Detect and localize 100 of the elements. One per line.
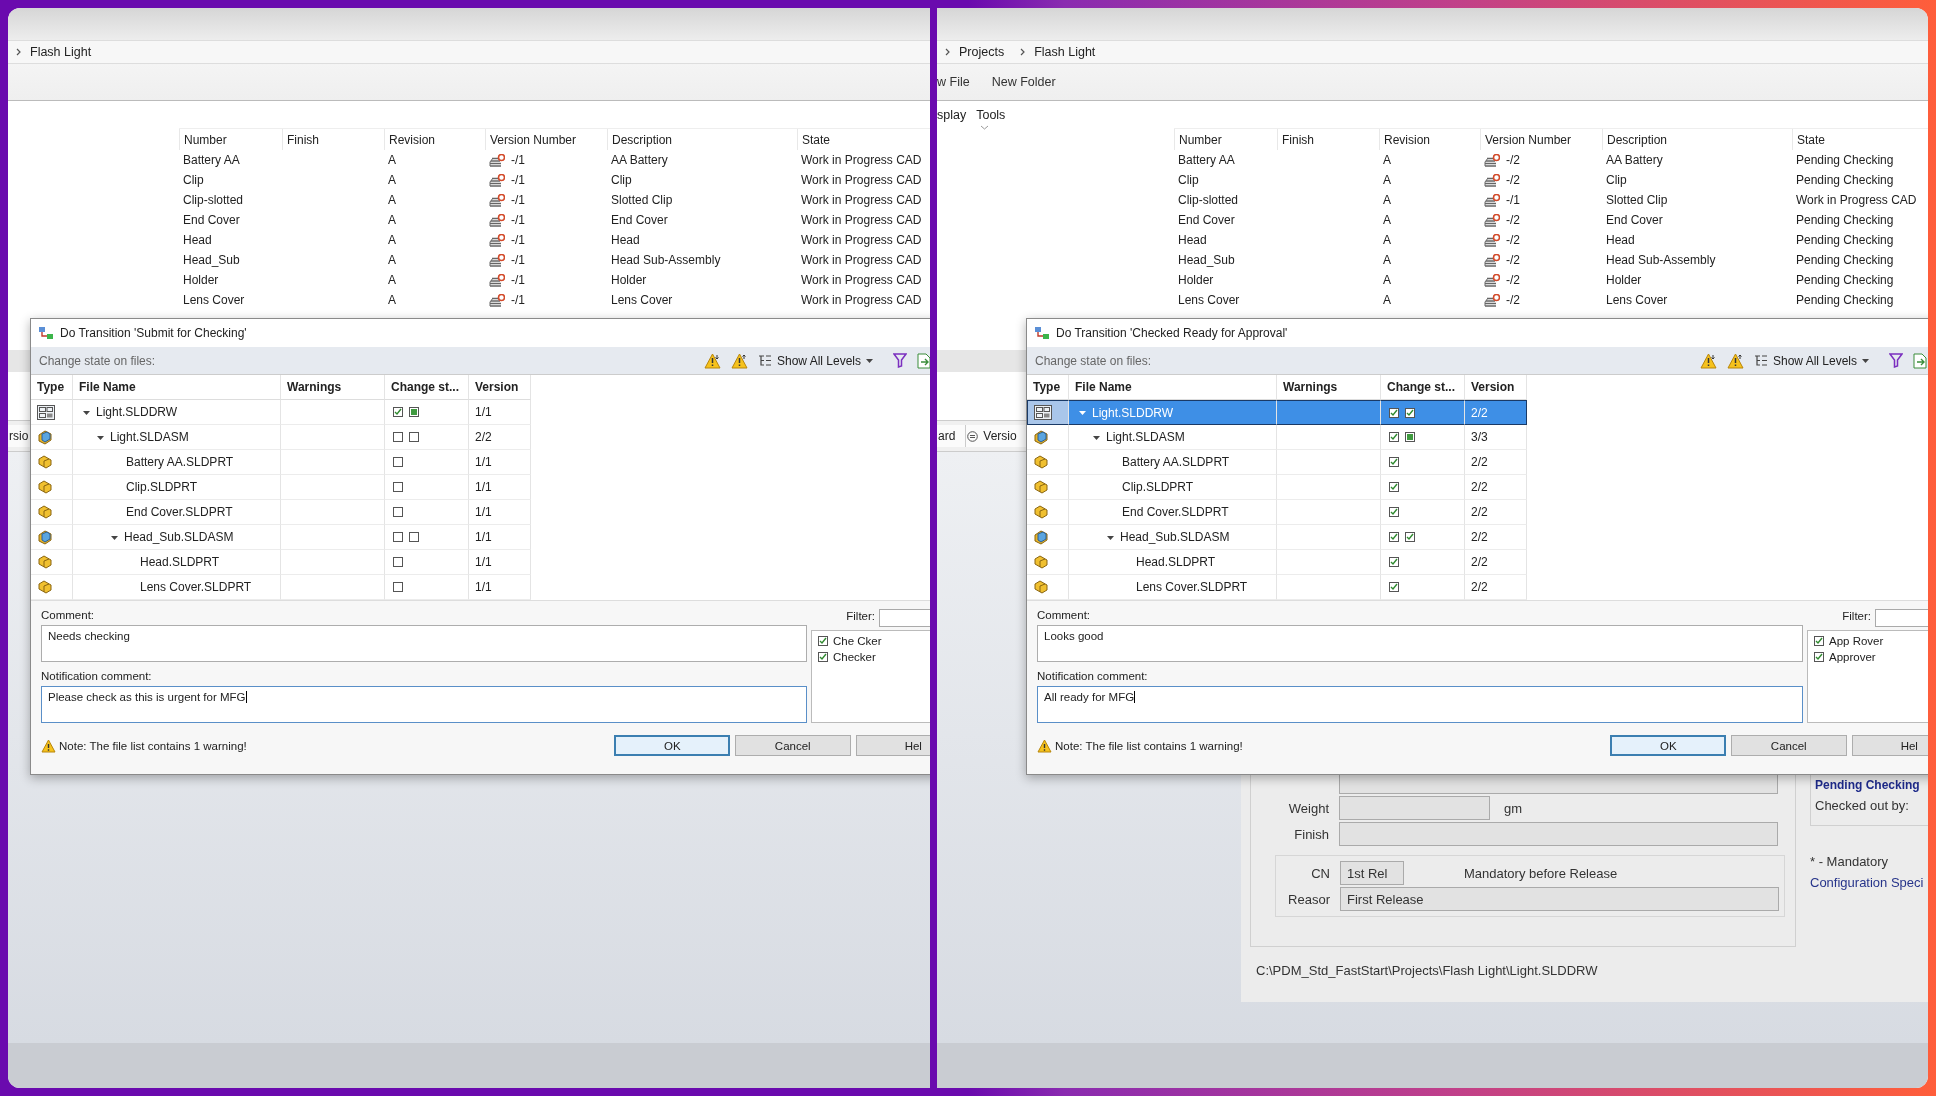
tab[interactable]: Versio: [966, 425, 1028, 447]
table-cell: Clip: [1606, 173, 1627, 187]
file-row[interactable]: Battery AA.SLDPRT 2/2: [1027, 450, 1928, 475]
version-text: 2/2: [1471, 505, 1488, 519]
column-header[interactable]: Version Number: [1480, 129, 1602, 150]
version-text: 2/2: [1471, 555, 1488, 569]
menu-item[interactable]: splay: [937, 107, 967, 122]
column-header[interactable]: State: [1792, 129, 1826, 150]
input-field[interactable]: 1st Rel: [1340, 861, 1404, 885]
version-text: 2/2: [475, 430, 492, 444]
column-header[interactable]: State: [797, 129, 831, 150]
column-header[interactable]: Version: [469, 375, 531, 400]
help-button[interactable]: Hel: [1851, 735, 1928, 756]
table-cell: Work in Progress CAD: [801, 253, 922, 267]
column-header[interactable]: Change st...: [385, 375, 469, 400]
column-header[interactable]: Description: [1602, 129, 1792, 150]
table-cell: -/2: [1506, 233, 1520, 247]
table-cell: Pending Checking: [1796, 173, 1894, 187]
table-cell: A: [1383, 193, 1391, 207]
column-header[interactable]: Finish: [1277, 129, 1379, 150]
column-header[interactable]: Number: [1174, 129, 1277, 150]
column-header[interactable]: File Name: [73, 375, 281, 400]
table-cell: Work in Progress CAD: [801, 193, 922, 207]
file-row[interactable]: Light.SLDASM 3/3: [1027, 425, 1928, 450]
cancel-button[interactable]: Cancel: [735, 735, 851, 756]
column-header[interactable]: Description: [607, 129, 797, 150]
file-name: End Cover.SLDPRT: [1122, 505, 1229, 519]
toolbar-button[interactable]: w File: [937, 75, 970, 89]
file-row[interactable]: Lens Cover.SLDPRT 1/1: [31, 575, 930, 600]
column-header[interactable]: Version Number: [485, 129, 607, 150]
field-label: Checked out by:: [1815, 798, 1910, 813]
table-cell: -/2: [1506, 253, 1520, 267]
file-row[interactable]: Head.SLDPRT 2/2: [1027, 550, 1928, 575]
table-cell: -/1: [511, 173, 525, 187]
breadcrumb-item[interactable]: Flash Light: [30, 45, 92, 59]
table-cell: Head_Sub: [183, 253, 240, 267]
file-row[interactable]: Lens Cover.SLDPRT 2/2: [1027, 575, 1928, 600]
file-row[interactable]: Head_Sub.SLDASM 1/1: [31, 525, 930, 550]
file-row[interactable]: End Cover.SLDPRT 2/2: [1027, 500, 1928, 525]
table-cell: Clip-slotted: [183, 193, 244, 207]
column-header[interactable]: Type: [31, 375, 73, 400]
table-cell: Holder: [611, 273, 647, 287]
breadcrumb-item[interactable]: Projects: [959, 45, 1005, 59]
ok-button[interactable]: OK: [614, 735, 730, 756]
version-text: 1/1: [475, 480, 492, 494]
notification-field[interactable]: Please check as this is urgent for MFG: [41, 686, 807, 723]
file-row[interactable]: Battery AA.SLDPRT 1/1: [31, 450, 930, 475]
table-cell: A: [388, 233, 396, 247]
table-cell: AA Battery: [611, 153, 668, 167]
version-text: 1/1: [475, 580, 492, 594]
column-header[interactable]: Revision: [1379, 129, 1480, 150]
field-label: Comment:: [41, 609, 96, 623]
hint-text: Mandatory before Release: [1464, 865, 1618, 881]
input-field[interactable]: First Release: [1340, 887, 1779, 911]
table-cell: Pending Checking: [1796, 233, 1894, 247]
file-name: End Cover.SLDPRT: [126, 505, 233, 519]
table-cell: -/2: [1506, 153, 1520, 167]
file-row[interactable]: Clip.SLDPRT 2/2: [1027, 475, 1928, 500]
table-cell: -/2: [1506, 173, 1520, 187]
file-row[interactable]: End Cover.SLDPRT 1/1: [31, 500, 930, 525]
table-cell: -/1: [1506, 193, 1520, 207]
version-text: 1/1: [475, 555, 492, 569]
notification-field[interactable]: All ready for MFG: [1037, 686, 1803, 723]
file-row[interactable]: Light.SLDDRW 1/1: [31, 400, 930, 425]
table-cell: Work in Progress CAD: [801, 173, 922, 187]
file-row[interactable]: Head.SLDPRT 1/1: [31, 550, 930, 575]
comment-field[interactable]: Needs checking: [41, 625, 807, 662]
table-cell: Holder: [183, 273, 219, 287]
toolbar-button[interactable]: New Folder: [991, 75, 1056, 89]
breadcrumb-item[interactable]: Flash Light: [1034, 45, 1096, 59]
field-label: Filter:: [1842, 610, 1871, 624]
version-text: 2/2: [1471, 530, 1488, 544]
file-name: Battery AA.SLDPRT: [126, 455, 234, 469]
menu-item[interactable]: Tools: [976, 107, 1006, 122]
table-cell: -/1: [511, 253, 525, 267]
table-cell: End Cover: [1178, 213, 1235, 227]
column-header[interactable]: Revision: [384, 129, 485, 150]
table-cell: Clip: [183, 173, 204, 187]
levels-dropdown[interactable]: Show All Levels: [1753, 353, 1869, 368]
table-cell: A: [388, 293, 396, 307]
unit-label: gm: [1504, 800, 1523, 816]
configuration-link[interactable]: Configuration Speci: [1810, 875, 1928, 890]
file-row[interactable]: Head_Sub.SLDASM 2/2: [1027, 525, 1928, 550]
column-header[interactable]: Number: [179, 129, 282, 150]
help-button[interactable]: Hel: [855, 735, 930, 756]
ok-button[interactable]: OK: [1610, 735, 1726, 756]
field-label: Reasor: [1287, 891, 1331, 907]
table-cell: Work in Progress CAD: [1796, 193, 1917, 207]
column-header[interactable]: Finish: [282, 129, 384, 150]
field-label: Filter:: [846, 610, 875, 624]
cancel-button[interactable]: Cancel: [1731, 735, 1847, 756]
levels-dropdown[interactable]: Show All Levels: [757, 353, 873, 368]
tab[interactable]: ard: [937, 425, 967, 447]
dialog-title: Do Transition 'Submit for Checking': [60, 326, 247, 340]
comment-field[interactable]: Looks good: [1037, 625, 1803, 662]
table-cell: A: [1383, 233, 1391, 247]
file-row[interactable]: Clip.SLDPRT 1/1: [31, 475, 930, 500]
table-cell: -/2: [1506, 213, 1520, 227]
table-cell: -/1: [511, 233, 525, 247]
column-header[interactable]: Warnings: [281, 375, 385, 400]
